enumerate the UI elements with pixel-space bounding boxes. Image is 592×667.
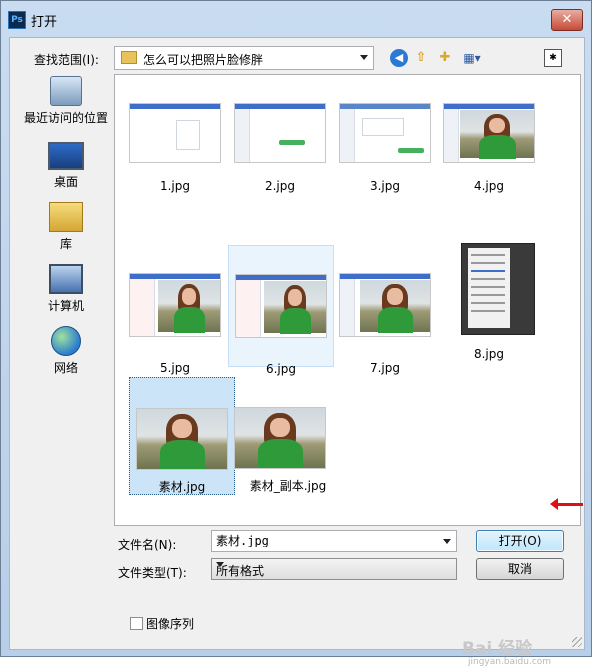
place-label: 库 <box>59 237 72 251</box>
filetype-label: 文件类型(T): <box>118 566 187 580</box>
file-item[interactable]: 素材_副本.jpg <box>228 377 348 493</box>
place-desktop[interactable]: 桌面 <box>20 142 112 190</box>
open-dialog: Ps 打开 ✕ 查找范围(I): 怎么可以把照片脸修胖 ◀ ⇧ ✚ ▦▾ ✱ 最… <box>0 0 592 667</box>
file-name: 3.jpg <box>369 179 401 193</box>
file-item-selected[interactable]: 素材.jpg <box>129 377 235 495</box>
image-sequence-checkbox[interactable]: 图像序列 <box>130 615 194 632</box>
filename-input[interactable] <box>216 533 436 547</box>
file-item[interactable]: 6.jpg <box>228 245 334 376</box>
file-item[interactable]: 7.jpg <box>333 245 437 375</box>
baidu-watermark: Bai 经验 <box>462 634 532 659</box>
thumbnail <box>339 103 431 163</box>
file-item[interactable]: 4.jpg <box>437 97 541 217</box>
file-name: 4.jpg <box>473 179 505 193</box>
view-menu-icon[interactable]: ▦▾ <box>460 49 484 67</box>
watermark-brand: Bai 经验 <box>462 639 533 659</box>
thumbnail <box>235 274 327 338</box>
place-recent[interactable]: 最近访问的位置 <box>20 76 112 126</box>
thumbnail <box>339 273 431 337</box>
thumbnail <box>129 273 221 337</box>
red-arrow-annotation <box>550 498 583 510</box>
open-button[interactable]: 打开(O) <box>476 530 564 552</box>
thumbnail <box>234 407 326 469</box>
lookin-value: 怎么可以把照片脸修胖 <box>143 53 264 67</box>
thumbnail <box>136 408 228 470</box>
thumbnail <box>443 103 535 163</box>
desktop-icon <box>48 142 84 170</box>
resize-grip[interactable] <box>572 637 582 647</box>
file-name: 素材_副本.jpg <box>249 479 327 493</box>
filename-field[interactable] <box>211 530 457 552</box>
recent-places-icon <box>50 76 82 106</box>
network-icon <box>51 326 81 356</box>
close-button[interactable]: ✕ <box>551 9 583 31</box>
file-item[interactable]: 2.jpg <box>228 97 332 217</box>
chevron-down-icon <box>216 562 224 567</box>
back-icon[interactable]: ◀ <box>390 49 408 67</box>
file-list[interactable]: 1.jpg 2.jpg 3.jpg 4.jpg 5.jpg 6.jpg 7.jp… <box>114 74 581 526</box>
file-item[interactable]: 5.jpg <box>123 245 227 375</box>
file-name: 8.jpg <box>473 347 505 361</box>
lookin-label: 查找范围(I): <box>34 53 99 67</box>
chevron-down-icon[interactable] <box>443 539 451 544</box>
places-bar: 最近访问的位置 桌面 库 计算机 网络 <box>20 76 112 426</box>
place-label: 最近访问的位置 <box>23 111 108 125</box>
thumbnail <box>461 243 535 335</box>
dialog-body: 查找范围(I): 怎么可以把照片脸修胖 ◀ ⇧ ✚ ▦▾ ✱ 最近访问的位置 桌… <box>9 37 585 667</box>
filetype-dropdown[interactable]: 所有格式 <box>211 558 457 580</box>
thumbnail <box>234 103 326 163</box>
thumbnail <box>129 103 221 163</box>
place-computer[interactable]: 计算机 <box>20 264 112 314</box>
checkbox-box[interactable] <box>130 617 143 630</box>
folder-icon <box>121 51 137 64</box>
file-item[interactable]: 1.jpg <box>123 97 227 217</box>
filename-label: 文件名(N): <box>118 538 177 552</box>
lookin-dropdown[interactable]: 怎么可以把照片脸修胖 <box>114 46 374 70</box>
up-folder-icon[interactable]: ⇧ <box>412 49 430 67</box>
photoshop-icon: Ps <box>8 11 26 29</box>
file-name: 6.jpg <box>265 362 297 376</box>
file-name: 1.jpg <box>159 179 191 193</box>
place-label: 桌面 <box>53 175 78 189</box>
file-name: 素材.jpg <box>158 480 206 494</box>
file-item[interactable]: 3.jpg <box>333 97 437 217</box>
image-sequence-label: 图像序列 <box>146 617 195 631</box>
new-folder-icon[interactable]: ✚ <box>436 49 454 67</box>
place-network[interactable]: 网络 <box>20 326 112 376</box>
file-name: 7.jpg <box>369 361 401 375</box>
computer-icon <box>49 264 83 294</box>
cancel-button[interactable]: 取消 <box>476 558 564 580</box>
chevron-down-icon <box>360 55 368 60</box>
window-title: 打开 <box>31 15 58 30</box>
file-item[interactable]: 8.jpg <box>437 243 541 365</box>
watermark-url: jingyan.baidu.com <box>468 657 552 667</box>
file-name: 5.jpg <box>159 361 191 375</box>
new-item-icon[interactable]: ✱ <box>544 49 562 67</box>
place-libraries[interactable]: 库 <box>20 202 112 252</box>
file-name: 2.jpg <box>264 179 296 193</box>
place-label: 计算机 <box>47 299 84 313</box>
place-label: 网络 <box>53 361 78 375</box>
library-icon <box>49 202 83 232</box>
title-bar[interactable]: Ps 打开 ✕ <box>1 1 591 35</box>
